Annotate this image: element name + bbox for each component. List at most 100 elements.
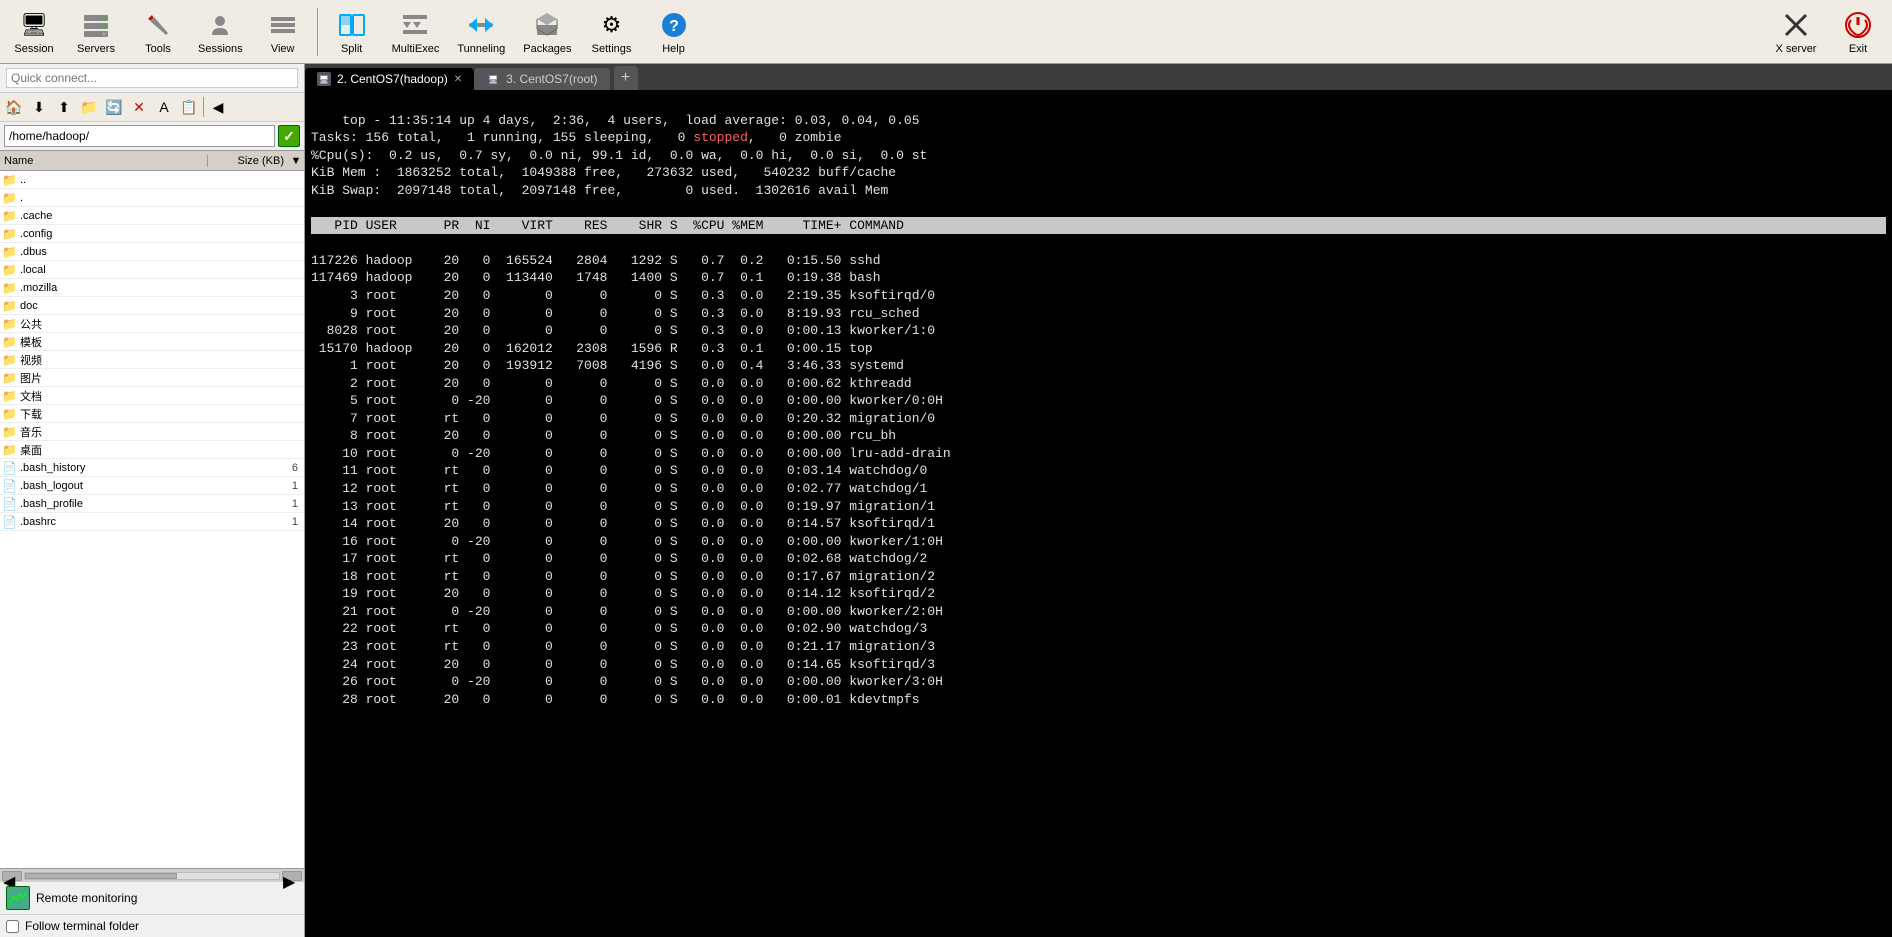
refresh-button[interactable]: 🔄	[102, 95, 126, 119]
sidebar-toolbar: 🏠 ⬇ ⬆ 📁 🔄 ✕ A 📋 ◀	[0, 93, 304, 122]
new-folder-button[interactable]: 📁	[77, 95, 101, 119]
horizontal-scrollbar[interactable]: ◀ ▶	[0, 868, 304, 882]
list-item[interactable]: 📁公共	[0, 315, 304, 333]
scroll-thumb[interactable]	[25, 873, 177, 879]
address-input[interactable]	[4, 125, 275, 147]
list-item[interactable]: 📁.local	[0, 261, 304, 279]
toolbar-sep-1	[317, 8, 318, 56]
address-bar: ✓	[0, 122, 304, 151]
list-item[interactable]: 📁doc	[0, 297, 304, 315]
list-item[interactable]: 📁.dbus	[0, 243, 304, 261]
list-item[interactable]: 📄.bash_profile1	[0, 495, 304, 513]
properties-button[interactable]: 📋	[177, 95, 201, 119]
settings-button[interactable]: ⚙ Settings	[582, 5, 642, 59]
sidebar: 🏠 ⬇ ⬆ 📁 🔄 ✕ A 📋 ◀ ✓ Name Size (KB) ▼ 📁..…	[0, 64, 305, 937]
follow-terminal-checkbox[interactable]: Follow terminal folder	[0, 914, 304, 937]
multiexec-button[interactable]: MultiExec	[384, 5, 448, 59]
file-col-name-header[interactable]: Name	[0, 155, 208, 167]
left-arrow-button[interactable]: ◀	[206, 95, 230, 119]
xserver-label: X server	[1776, 43, 1817, 55]
tab2-icon: 🖥	[486, 72, 500, 86]
sessions-label: Sessions	[198, 43, 243, 55]
list-item[interactable]: 📁.cache	[0, 207, 304, 225]
help-button[interactable]: ? Help	[644, 5, 704, 59]
file-col-size-header[interactable]: Size (KB)	[208, 155, 288, 167]
split-button[interactable]: Split	[322, 5, 382, 59]
split-label: Split	[341, 43, 362, 55]
download-button[interactable]: ⬇	[27, 95, 51, 119]
help-icon: ?	[658, 9, 690, 41]
list-item[interactable]: 📁下载	[0, 405, 304, 423]
list-item[interactable]: 📄.bash_logout1	[0, 477, 304, 495]
list-item[interactable]: 📄.bash_history6	[0, 459, 304, 477]
add-tab-button[interactable]: +	[614, 66, 638, 90]
list-item[interactable]: 📁文档	[0, 387, 304, 405]
tunneling-icon	[465, 9, 497, 41]
packages-icon	[531, 9, 563, 41]
exit-button[interactable]: Exit	[1828, 5, 1888, 59]
quick-connect-input[interactable]	[6, 68, 298, 88]
address-ok-button[interactable]: ✓	[278, 125, 300, 147]
follow-terminal-label: Follow terminal folder	[25, 919, 139, 933]
list-item[interactable]: 📁视频	[0, 351, 304, 369]
session-button[interactable]: 🖥 Session	[4, 5, 64, 59]
tunneling-label: Tunneling	[457, 43, 505, 55]
view-icon	[267, 9, 299, 41]
session-icon: 🖥	[18, 9, 50, 41]
follow-terminal-check[interactable]	[6, 920, 19, 933]
xserver-button[interactable]: X server	[1766, 5, 1826, 59]
tab-centos7-hadoop[interactable]: 🖥 2. CentOS7(hadoop) ✕	[305, 68, 474, 90]
file-list: 📁..📁.📁.cache📁.config📁.dbus📁.local📁.mozil…	[0, 171, 304, 868]
list-item[interactable]: 📁.mozilla	[0, 279, 304, 297]
list-item[interactable]: 📁..	[0, 171, 304, 189]
remote-monitoring-label: Remote monitoring	[36, 891, 137, 905]
tab1-icon: 🖥	[317, 72, 331, 86]
settings-label: Settings	[592, 43, 632, 55]
rename-button[interactable]: A	[152, 95, 176, 119]
split-icon	[336, 9, 368, 41]
terminal-content[interactable]: top - 11:35:14 up 4 days, 2:36, 4 users,…	[305, 90, 1892, 937]
list-item[interactable]: 📁模板	[0, 333, 304, 351]
multiexec-label: MultiExec	[392, 43, 440, 55]
home-button[interactable]: 🏠	[2, 95, 26, 119]
tunneling-button[interactable]: Tunneling	[449, 5, 513, 59]
tab-centos7-root[interactable]: 🖥 3. CentOS7(root)	[474, 68, 609, 90]
tab-bar: 🖥 2. CentOS7(hadoop) ✕ 🖥 3. CentOS7(root…	[305, 64, 1892, 90]
list-item[interactable]: 📁图片	[0, 369, 304, 387]
multiexec-icon	[399, 9, 431, 41]
svg-text:?: ?	[669, 18, 679, 35]
tools-button[interactable]: Tools	[128, 5, 188, 59]
list-item[interactable]: 📁.config	[0, 225, 304, 243]
delete-button[interactable]: ✕	[127, 95, 151, 119]
settings-icon: ⚙	[596, 9, 628, 41]
servers-icon	[80, 9, 112, 41]
tab1-close[interactable]: ✕	[454, 74, 462, 85]
scroll-right[interactable]: ▶	[282, 871, 302, 881]
tab2-label: 3. CentOS7(root)	[506, 72, 597, 86]
scroll-left[interactable]: ◀	[2, 871, 22, 881]
servers-button[interactable]: Servers	[66, 5, 126, 59]
list-item[interactable]: 📁.	[0, 189, 304, 207]
xserver-icon	[1780, 9, 1812, 41]
view-label: View	[271, 43, 295, 55]
sessions-button[interactable]: Sessions	[190, 5, 251, 59]
list-item[interactable]: 📁桌面	[0, 441, 304, 459]
upload-button[interactable]: ⬆	[52, 95, 76, 119]
main-toolbar: 🖥 Session Servers Tools Sessions View Sp…	[0, 0, 1892, 64]
sidebar-toolbar-sep	[203, 97, 204, 117]
list-item[interactable]: 📁音乐	[0, 423, 304, 441]
packages-button[interactable]: Packages	[515, 5, 579, 59]
scroll-track[interactable]	[24, 872, 280, 880]
help-label: Help	[662, 43, 685, 55]
packages-label: Packages	[523, 43, 571, 55]
view-button[interactable]: View	[253, 5, 313, 59]
exit-label: Exit	[1849, 43, 1867, 55]
sort-arrow[interactable]: ▼	[288, 155, 304, 167]
list-item[interactable]: 📄.bashrc1	[0, 513, 304, 531]
remote-monitoring-icon	[6, 886, 30, 910]
remote-monitoring[interactable]: Remote monitoring	[0, 882, 304, 914]
exit-icon	[1842, 9, 1874, 41]
session-label: Session	[14, 43, 53, 55]
main-area: 🏠 ⬇ ⬆ 📁 🔄 ✕ A 📋 ◀ ✓ Name Size (KB) ▼ 📁..…	[0, 64, 1892, 937]
file-list-header: Name Size (KB) ▼	[0, 151, 304, 171]
